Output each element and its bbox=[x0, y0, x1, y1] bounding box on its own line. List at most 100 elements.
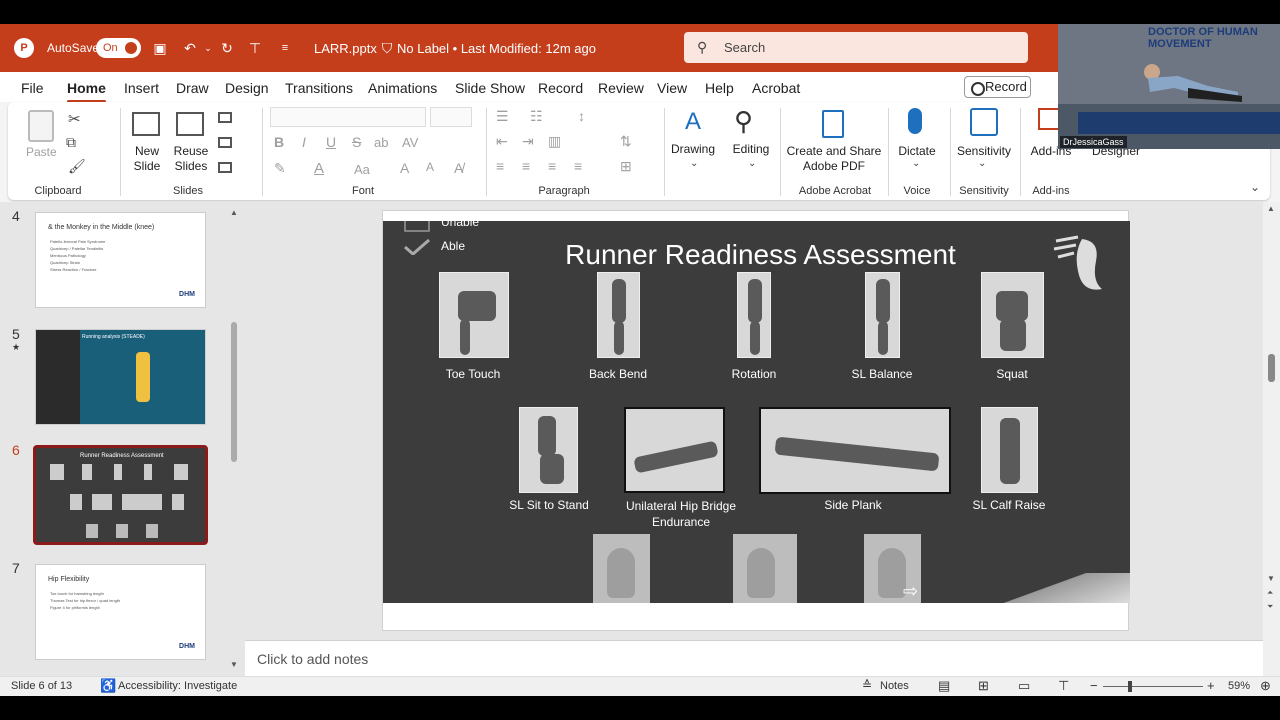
thumbnail-scroll-thumb[interactable] bbox=[231, 322, 237, 462]
new-slide-label[interactable]: New Slide bbox=[128, 144, 166, 174]
increase-indent-icon[interactable]: ⇥ bbox=[522, 133, 534, 150]
normal-view-icon[interactable]: ▤ bbox=[938, 678, 950, 694]
add-ins-icon[interactable] bbox=[1038, 108, 1060, 130]
tab-draw[interactable]: Draw bbox=[176, 80, 209, 96]
label-status[interactable]: No Label • Last Modified: 12m ago bbox=[397, 41, 596, 56]
change-case-button[interactable]: Aa bbox=[354, 162, 370, 177]
tab-review[interactable]: Review bbox=[598, 80, 644, 96]
slide-title[interactable]: Runner Readiness Assessment bbox=[533, 239, 988, 271]
new-slide-icon[interactable] bbox=[132, 112, 160, 136]
section-icon[interactable] bbox=[218, 162, 232, 173]
zoom-in-icon[interactable]: + bbox=[1207, 678, 1215, 693]
thumbnail-scrollbar[interactable]: ▲ ▼ bbox=[229, 208, 239, 670]
tab-help[interactable]: Help bbox=[705, 80, 734, 96]
bold-button[interactable]: B bbox=[274, 135, 284, 150]
tab-animations[interactable]: Animations bbox=[368, 80, 437, 96]
undo-dropdown-icon[interactable]: ⌄ bbox=[198, 38, 218, 58]
bullets-icon[interactable]: ☰ bbox=[496, 108, 509, 125]
create-share-pdf-label[interactable]: Create and Share Adobe PDF bbox=[786, 144, 882, 174]
font-size-select[interactable] bbox=[430, 107, 472, 127]
zoom-slider-knob[interactable] bbox=[1128, 681, 1132, 692]
align-left-icon[interactable]: ≡ bbox=[496, 158, 504, 174]
next-arrow-icon[interactable]: ⇨ bbox=[903, 581, 918, 602]
customize-toolbar-icon[interactable]: ≡ bbox=[275, 38, 295, 58]
decrease-font-icon[interactable]: A bbox=[426, 160, 434, 174]
strikethrough-button[interactable]: S bbox=[352, 135, 361, 150]
paste-icon[interactable] bbox=[28, 110, 54, 142]
scroll-up-icon[interactable]: ▲ bbox=[1267, 204, 1275, 213]
align-right-icon[interactable]: ≡ bbox=[548, 158, 556, 174]
cut-icon[interactable]: ✂ bbox=[68, 110, 81, 128]
fit-to-window-icon[interactable]: ⊕ bbox=[1260, 678, 1271, 694]
slideshow-view-icon[interactable]: ⊤ bbox=[1058, 678, 1069, 694]
slide-thumbnail-4[interactable]: & the Monkey in the Middle (knee) Patell… bbox=[35, 212, 206, 308]
reset-icon[interactable] bbox=[218, 137, 232, 148]
tab-design[interactable]: Design bbox=[225, 80, 269, 96]
sensitivity-icon[interactable] bbox=[970, 108, 998, 136]
ribbon-collapse-icon[interactable]: ⌄ bbox=[1250, 180, 1260, 194]
dictate-dropdown-icon[interactable]: ⌄ bbox=[912, 158, 920, 169]
clear-formatting-icon[interactable]: A̸ bbox=[454, 160, 463, 176]
save-icon[interactable]: ▣ bbox=[150, 38, 170, 58]
scroll-up-icon[interactable]: ▲ bbox=[230, 208, 238, 217]
paste-label[interactable]: Paste bbox=[26, 145, 57, 160]
record-button[interactable]: Record bbox=[964, 76, 1031, 98]
notes-icon[interactable]: ≙ bbox=[862, 678, 872, 692]
underline-button[interactable]: U bbox=[326, 135, 336, 150]
slide-sorter-icon[interactable]: ⊞ bbox=[978, 678, 989, 694]
slide-canvas[interactable]: Unable Able Runner Readiness Assessment … bbox=[382, 210, 1130, 631]
adobe-pdf-icon[interactable] bbox=[822, 110, 844, 138]
previous-slide-icon[interactable]: ⏶ bbox=[1267, 588, 1273, 598]
tab-file[interactable]: File bbox=[21, 80, 44, 96]
font-family-select[interactable] bbox=[270, 107, 426, 127]
reuse-slides-label[interactable]: Reuse Slides bbox=[172, 144, 210, 174]
present-icon[interactable]: ⊤ bbox=[245, 38, 265, 58]
scroll-down-icon[interactable]: ▼ bbox=[1267, 574, 1275, 583]
zoom-out-icon[interactable]: − bbox=[1090, 678, 1098, 693]
reading-view-icon[interactable]: ▭ bbox=[1018, 678, 1030, 694]
drawing-icon[interactable]: A bbox=[678, 108, 708, 138]
file-name[interactable]: LARR.pptx bbox=[314, 41, 377, 56]
copy-icon[interactable]: ⧉ bbox=[66, 134, 76, 151]
editing-label[interactable]: Editing bbox=[726, 142, 776, 157]
shadow-icon[interactable]: ab bbox=[374, 135, 388, 150]
editing-dropdown-icon[interactable]: ⌄ bbox=[748, 158, 756, 169]
tab-insert[interactable]: Insert bbox=[124, 80, 159, 96]
tab-view[interactable]: View bbox=[657, 80, 687, 96]
editing-search-icon[interactable]: ⚲ bbox=[734, 106, 753, 137]
slide-thumbnail-5[interactable]: Running analysis (STEADE) bbox=[35, 329, 206, 425]
zoom-slider[interactable] bbox=[1103, 686, 1203, 687]
microphone-icon[interactable] bbox=[908, 108, 922, 134]
slide-6[interactable]: Unable Able Runner Readiness Assessment … bbox=[383, 221, 1130, 603]
tab-slide-show[interactable]: Slide Show bbox=[455, 80, 525, 96]
tab-home[interactable]: Home bbox=[67, 80, 106, 103]
notes-button[interactable]: Notes bbox=[880, 680, 909, 692]
autosave-toggle[interactable]: On bbox=[96, 38, 141, 58]
decrease-indent-icon[interactable]: ⇤ bbox=[496, 133, 508, 150]
slide-scroll-thumb[interactable] bbox=[1268, 354, 1275, 382]
drawing-dropdown-icon[interactable]: ⌄ bbox=[690, 158, 698, 169]
accessibility-icon[interactable]: ♿ bbox=[100, 678, 116, 694]
format-painter-icon[interactable]: 🖌 bbox=[68, 158, 86, 175]
sensitivity-label[interactable]: Sensitivity bbox=[954, 144, 1014, 159]
tab-acrobat[interactable]: Acrobat bbox=[752, 80, 800, 96]
increase-font-icon[interactable]: A bbox=[400, 160, 409, 176]
drawing-label[interactable]: Drawing bbox=[668, 142, 718, 157]
zoom-level[interactable]: 59% bbox=[1228, 680, 1250, 692]
slide-thumbnail-7[interactable]: Hip Flexibility Toe touch for hamstring … bbox=[35, 564, 206, 660]
scroll-down-icon[interactable]: ▼ bbox=[230, 660, 238, 669]
font-color-icon[interactable]: A bbox=[314, 160, 324, 177]
italic-button[interactable]: I bbox=[302, 135, 306, 150]
notes-pane[interactable]: Click to add notes bbox=[245, 640, 1280, 676]
undo-icon[interactable]: ↶ bbox=[180, 38, 200, 58]
search-box[interactable]: ⚲ Search bbox=[684, 32, 1028, 63]
slide-thumbnail-6[interactable]: Runner Readiness Assessment bbox=[33, 445, 208, 545]
tab-record[interactable]: Record bbox=[538, 80, 583, 96]
spacing-icon[interactable]: AV bbox=[402, 135, 418, 150]
next-slide-icon[interactable]: ⏷ bbox=[1267, 602, 1273, 612]
smartart-icon[interactable]: ⊞ bbox=[620, 158, 632, 175]
dictate-label[interactable]: Dictate bbox=[892, 144, 942, 159]
align-center-icon[interactable]: ≡ bbox=[522, 158, 530, 174]
justify-icon[interactable]: ≡ bbox=[574, 158, 582, 174]
reuse-slides-icon[interactable] bbox=[176, 112, 204, 136]
